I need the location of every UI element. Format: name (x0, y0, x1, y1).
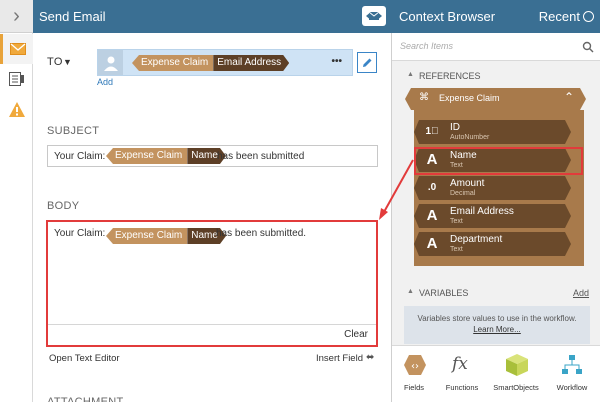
autonumber-icon: 1⃣ (425, 126, 439, 137)
attachment-label: ATTACHMENT (47, 396, 124, 402)
warnings-tab[interactable] (0, 94, 33, 124)
subject-prefix: Your Claim: (54, 151, 106, 162)
reference-item-department[interactable]: A Department Text (414, 232, 571, 256)
chevron-right-icon: › (13, 4, 20, 27)
variables-label: VARIABLES (419, 288, 469, 298)
send-button[interactable] (362, 6, 386, 26)
tag-expense-claim: Expense Claim (132, 55, 214, 71)
edit-to-button[interactable] (357, 52, 377, 73)
functions-icon[interactable]: fx (452, 354, 468, 374)
pencil-icon (363, 58, 372, 67)
workflow-icon[interactable] (562, 355, 582, 375)
search-input[interactable]: Search Items (400, 41, 453, 51)
variables-description: Variables store values to use in the wor… (417, 314, 577, 323)
insert-field-icon[interactable]: ⬌ (366, 352, 374, 363)
tag-email-address: Email Address (213, 55, 289, 71)
reference-item-amount[interactable]: .0 Amount Decimal (414, 176, 571, 200)
add-recipient-link[interactable]: Add (97, 77, 113, 87)
properties-tab[interactable] (0, 64, 33, 94)
envelope-icon (10, 43, 26, 55)
email-tab[interactable] (0, 34, 33, 64)
tab-functions[interactable]: Functions (436, 383, 488, 392)
chevron-down-icon[interactable]: ▼ (63, 57, 72, 67)
context-browser-header: Context Browser Recent (391, 0, 600, 33)
fields-icon[interactable]: ‹› (404, 355, 426, 375)
tab-workflow[interactable]: Workflow (546, 383, 598, 392)
recent-button[interactable]: Recent (539, 0, 580, 33)
collapse-variables-icon[interactable]: ▲ (407, 288, 414, 295)
body-prefix: Your Claim: (54, 228, 106, 239)
clear-button[interactable]: Clear (344, 329, 368, 340)
reference-item-id[interactable]: 1⃣ ID AutoNumber (414, 120, 571, 144)
to-label: TO (47, 56, 63, 68)
context-browser-title: Context Browser (399, 9, 496, 24)
expense-claim-label: Expense Claim (439, 93, 500, 103)
context-browser: Search Items ▲ REFERENCES ⌘ Expense Clai… (391, 33, 600, 402)
text-icon: A (426, 207, 438, 224)
search-bar[interactable]: Search Items (392, 33, 600, 61)
expand-rail-button[interactable]: › (0, 0, 33, 33)
references-label: REFERENCES (419, 71, 481, 81)
page-title: Send Email (33, 0, 391, 33)
decimal-icon: .0 (427, 182, 437, 193)
tag-expense-claim: Expense Claim (106, 228, 188, 244)
person-icon (98, 50, 123, 75)
form-icon (8, 72, 24, 86)
insert-field-link[interactable]: Insert Field (316, 353, 363, 364)
svg-text:‹›: ‹› (411, 361, 419, 372)
more-button[interactable]: ••• (331, 56, 342, 67)
to-field[interactable]: Expense Claim Email Address ••• (97, 49, 353, 76)
smartobjects-icon[interactable] (506, 354, 528, 376)
subject-tag[interactable]: Expense Claim Name (106, 148, 226, 164)
clock-icon[interactable] (583, 11, 594, 22)
tab-smartobjects[interactable]: SmartObjects (490, 383, 542, 392)
tag-expense-claim: Expense Claim (106, 148, 188, 164)
reference-item-email-address[interactable]: A Email Address Text (414, 204, 571, 228)
send-email-panel: TO ▼ Expense Claim Email Address ••• Add… (33, 33, 391, 402)
tab-fields[interactable]: Fields (388, 383, 440, 392)
body-field[interactable]: Your Claim: Expense Claim Name has been … (46, 220, 378, 347)
chevron-up-icon[interactable]: ⌃ (564, 90, 574, 104)
warning-icon (8, 101, 25, 117)
learn-more-link[interactable]: Learn More... (404, 324, 590, 335)
divider (48, 324, 376, 325)
subject-label: SUBJECT (47, 125, 100, 137)
add-variable-link[interactable]: Add (573, 288, 589, 298)
text-icon: A (426, 235, 438, 252)
body-label: BODY (47, 200, 80, 212)
open-text-editor-link[interactable]: Open Text Editor (49, 353, 120, 364)
body-suffix: has been submitted. (216, 228, 307, 239)
collapse-references-icon[interactable]: ▲ (407, 71, 414, 78)
send-mail-icon (366, 11, 382, 20)
subject-field[interactable]: Your Claim: Expense Claim Name has been … (47, 145, 378, 167)
body-tag[interactable]: Expense Claim Name (106, 228, 226, 244)
subject-suffix: has been submitted (217, 151, 305, 162)
search-icon[interactable] (582, 41, 594, 53)
to-field-tag[interactable]: Expense Claim Email Address (132, 55, 289, 71)
expense-claim-group[interactable]: ⌘ Expense Claim ⌃ (405, 88, 586, 110)
variables-info: Variables store values to use in the wor… (404, 306, 590, 344)
link-icon: ⌘ (419, 92, 429, 103)
highlight-box (414, 147, 583, 175)
